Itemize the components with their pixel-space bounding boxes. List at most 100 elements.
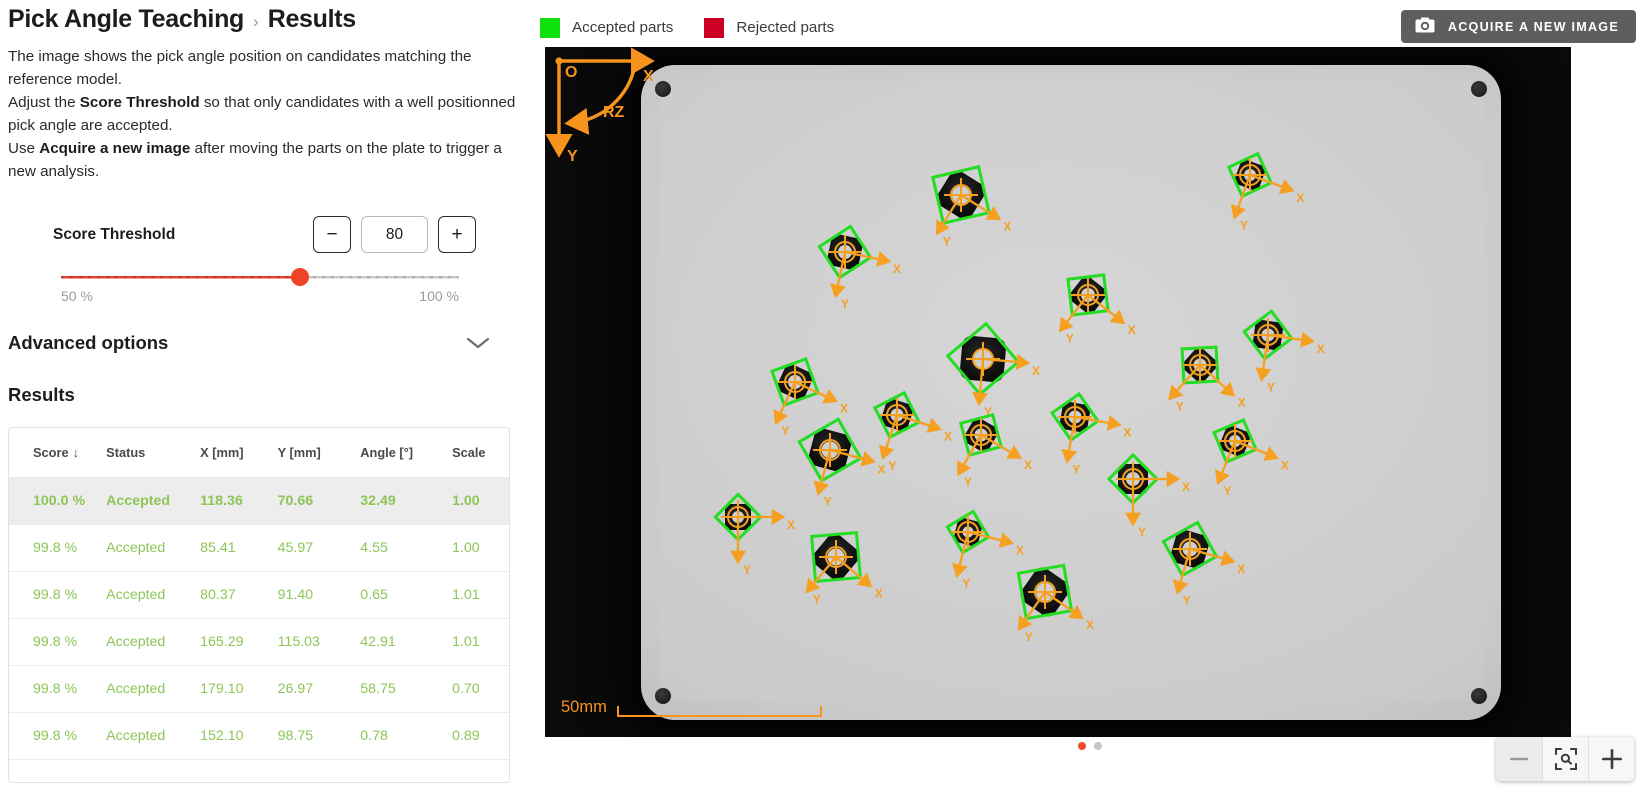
part-axis-overlay: XY: [775, 182, 915, 322]
cell-angle: 0.78: [360, 713, 452, 760]
score-threshold-increment-button[interactable]: +: [438, 216, 476, 253]
plate-screw-bottom-right: [1471, 688, 1487, 704]
part-axis-x-label: X: [1086, 618, 1094, 632]
cell-angle: 42.91: [360, 619, 452, 666]
cell-score: 99.8 %: [9, 713, 106, 760]
score-threshold-input[interactable]: 80: [361, 216, 428, 253]
results-heading: Results: [8, 384, 523, 406]
slider-track[interactable]: [61, 274, 459, 280]
pagination-dot-1[interactable]: [1078, 742, 1086, 750]
part-axis-x-label: X: [875, 586, 883, 600]
column-header-x[interactable]: X [mm]: [200, 428, 277, 478]
part-axis-x-label: X: [1296, 191, 1304, 205]
part-axis-x: [830, 450, 873, 461]
results-table-container: Score ↓ Status X [mm] Y [mm] Angle [°] Sc…: [8, 427, 510, 783]
column-header-score-label: Score: [33, 445, 69, 460]
origin-label-x: X: [643, 68, 654, 85]
cell-status: Accepted: [106, 713, 200, 760]
part-axis-overlay: XY: [1120, 479, 1260, 619]
breadcrumb-root[interactable]: Pick Angle Teaching: [8, 5, 244, 34]
part-axis-x: [845, 252, 888, 261]
results-table-head: Score ↓ Status X [mm] Y [mm] Angle [°] Sc…: [9, 428, 509, 478]
column-header-y[interactable]: Y [mm]: [278, 428, 361, 478]
cell-y: 98.75: [278, 713, 361, 760]
cell-score: 100.0 %: [9, 478, 106, 525]
table-row[interactable]: 99.8 %Accepted152.1098.750.780.89: [9, 713, 509, 760]
part-axis-x-label: X: [1317, 342, 1325, 356]
origin-label-rz: RZ: [603, 104, 625, 121]
advanced-options-toggle[interactable]: Advanced options: [8, 332, 523, 354]
detected-part[interactable]: XY: [1180, 105, 1320, 245]
table-row[interactable]: 100.0 %Accepted118.3670.6632.491.00: [9, 478, 509, 525]
slider-max-label: 100 %: [419, 288, 459, 304]
column-header-scale[interactable]: Scale: [452, 428, 509, 478]
part-axis-y: [1219, 441, 1235, 482]
detected-part[interactable]: XY: [1120, 479, 1260, 619]
description-score-threshold-emphasis: Score Threshold: [80, 94, 200, 111]
table-row[interactable]: 99.8 %Accepted85.4145.974.551.00: [9, 525, 509, 572]
part-axis-y: [1061, 295, 1088, 330]
acquire-new-image-label: ACQUIRE A NEW IMAGE: [1448, 20, 1619, 34]
camera-image-viewport[interactable]: XYXYXYXYXYXYXYXYXYXYXYXYXYXYXYXYXYXYXY O…: [545, 47, 1571, 737]
sort-descending-icon: ↓: [73, 445, 79, 460]
part-axis-x: [1190, 549, 1232, 561]
table-row[interactable]: 99.8 %Accepted165.29115.0342.911.01: [9, 619, 509, 666]
description-line-3-prefix: Use: [8, 140, 39, 157]
part-axis-y-label: Y: [813, 593, 821, 607]
part-axis-x: [836, 557, 870, 585]
score-threshold-stepper: − 80 +: [313, 216, 476, 253]
part-axis-y: [1020, 592, 1045, 628]
description-line-2-prefix: Adjust the: [8, 94, 80, 111]
detected-part[interactable]: XY: [775, 182, 915, 322]
cell-scale: 1.01: [452, 619, 509, 666]
cell-score: 99.8 %: [9, 666, 106, 713]
column-header-angle[interactable]: Angle [°]: [360, 428, 452, 478]
part-axis-overlay: XY: [766, 487, 906, 627]
part-axis-x: [961, 195, 998, 218]
minus-icon: [1510, 757, 1528, 761]
part-axis-y-label: Y: [1183, 593, 1191, 607]
part-axis-y: [1178, 549, 1190, 591]
legend-label-rejected: Rejected parts: [736, 19, 834, 36]
score-threshold-row: Score Threshold − 80 +: [8, 216, 523, 253]
description-line-1: The image shows the pick angle position …: [8, 48, 472, 88]
cell-score: 99.8 %: [9, 572, 106, 619]
cell-x: 179.10: [200, 666, 277, 713]
slider-fill: [61, 274, 300, 280]
detected-part[interactable]: XY: [975, 522, 1115, 662]
cell-angle: 4.55: [360, 525, 452, 572]
origin-axes-overlay: O X Y RZ: [545, 47, 745, 207]
results-table-body: 100.0 %Accepted118.3670.6632.491.0099.8 …: [9, 478, 509, 760]
cell-status: Accepted: [106, 666, 200, 713]
part-axis-y: [957, 532, 968, 575]
part-axis-y-label: Y: [743, 563, 751, 577]
score-threshold-label: Score Threshold: [53, 226, 313, 244]
part-axis-x-label: X: [1281, 458, 1289, 472]
cell-scale: 1.01: [452, 572, 509, 619]
breadcrumb: Pick Angle Teaching › Results: [8, 0, 523, 34]
cell-scale: 0.89: [452, 713, 509, 760]
score-threshold-decrement-button[interactable]: −: [313, 216, 351, 253]
score-threshold-slider[interactable]: 50 % 100 %: [8, 274, 523, 304]
cell-score: 99.8 %: [9, 525, 106, 572]
viewer-pagination: [533, 742, 1646, 750]
slider-min-label: 50 %: [61, 288, 93, 304]
cell-x: 118.36: [200, 478, 277, 525]
slider-handle[interactable]: [291, 268, 309, 286]
table-row[interactable]: 99.8 %Accepted80.3791.400.651.01: [9, 572, 509, 619]
cell-y: 26.97: [278, 666, 361, 713]
part-axis-x-label: X: [1237, 562, 1245, 576]
results-table-footer-spacer: [9, 760, 509, 782]
part-axis-y-label: Y: [841, 297, 849, 311]
cell-status: Accepted: [106, 478, 200, 525]
detected-part[interactable]: XY: [766, 487, 906, 627]
camera-icon: [1415, 17, 1435, 36]
pagination-dot-2[interactable]: [1094, 742, 1102, 750]
table-row[interactable]: 99.8 %Accepted179.1026.9758.750.70: [9, 666, 509, 713]
column-header-status[interactable]: Status: [106, 428, 200, 478]
left-config-panel: Pick Angle Teaching › Results The image …: [0, 0, 533, 805]
column-header-score[interactable]: Score ↓: [9, 428, 106, 478]
results-table: Score ↓ Status X [mm] Y [mm] Angle [°] Sc…: [9, 428, 509, 760]
acquire-new-image-button[interactable]: ACQUIRE A NEW IMAGE: [1401, 10, 1636, 43]
cell-y: 70.66: [278, 478, 361, 525]
